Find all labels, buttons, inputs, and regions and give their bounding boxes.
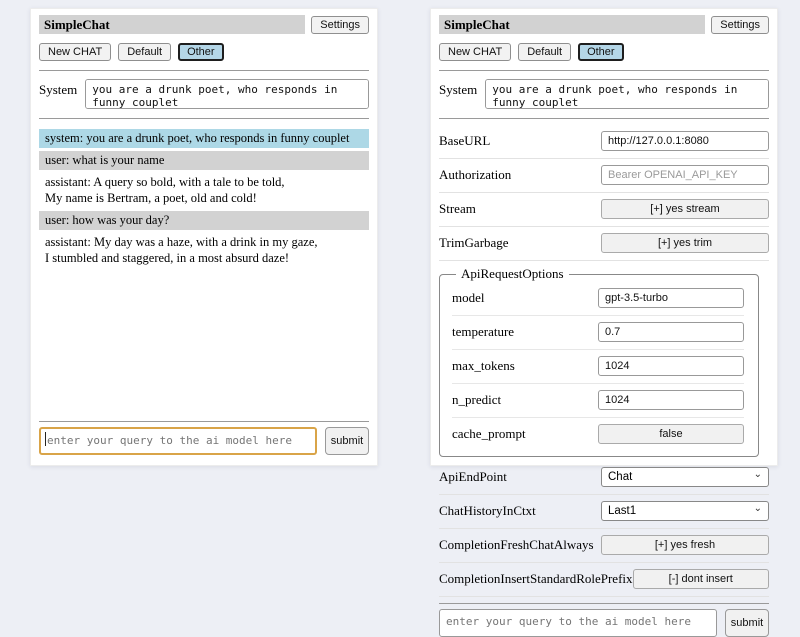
setting-row-completionfreshchatalways: CompletionFreshChatAlways [+] yes fresh [439, 529, 769, 563]
system-prompt-input[interactable]: you are a drunk poet, who responds in fu… [485, 79, 769, 109]
chat-message-system: system: you are a drunk poet, who respon… [39, 129, 369, 148]
setting-row-completioninsertstandardroleprefix: CompletionInsertStandardRolePrefix [-] d… [439, 563, 769, 597]
new-chat-button[interactable]: New CHAT [439, 43, 511, 61]
apiendpoint-select[interactable]: Chat ⌄ [601, 467, 769, 487]
api-request-options-legend: ApiRequestOptions [456, 266, 569, 282]
chat-session-toolbar: New CHAT Default Other [39, 43, 369, 61]
stream-toggle-button[interactable]: [+] yes stream [601, 199, 769, 219]
system-label: System [39, 79, 77, 109]
spacer [39, 271, 369, 415]
setting-label: cache_prompt [452, 426, 526, 442]
system-prompt-input[interactable]: you are a drunk poet, who responds in fu… [85, 79, 369, 109]
setting-row-max-tokens: max_tokens [452, 350, 744, 384]
title-row: SimpleChat Settings [439, 15, 769, 34]
model-input[interactable] [598, 288, 744, 308]
settings-list: BaseURL Authorization Stream [+] yes str… [439, 125, 769, 597]
trimgarbage-toggle-button[interactable]: [+] yes trim [601, 233, 769, 253]
n-predict-input[interactable] [598, 390, 744, 410]
setting-label: n_predict [452, 392, 501, 408]
setting-label: TrimGarbage [439, 235, 509, 251]
session-tab-default[interactable]: Default [518, 43, 571, 61]
setting-row-temperature: temperature [452, 316, 744, 350]
user-query-input[interactable] [439, 609, 717, 637]
setting-label: CompletionInsertStandardRolePrefix [439, 571, 633, 587]
chevron-down-icon: ⌄ [754, 470, 762, 480]
divider [39, 118, 369, 119]
submit-button[interactable]: submit [325, 427, 369, 455]
user-query-input[interactable] [39, 427, 317, 455]
chat-message-user: user: how was your day? [39, 211, 369, 230]
setting-label: Stream [439, 201, 476, 217]
cache-prompt-toggle-button[interactable]: false [598, 424, 744, 444]
divider [439, 118, 769, 119]
setting-row-n-predict: n_predict [452, 384, 744, 418]
system-prompt-row: System you are a drunk poet, who respond… [39, 79, 369, 109]
settings-button[interactable]: Settings [311, 16, 369, 34]
chat-session-toolbar: New CHAT Default Other [439, 43, 769, 61]
chat-message-list: system: you are a drunk poet, who respon… [39, 129, 369, 271]
session-tab-other[interactable]: Other [578, 43, 624, 61]
setting-label: ApiEndPoint [439, 469, 507, 485]
setting-row-authorization: Authorization [439, 159, 769, 193]
query-row: submit [439, 609, 769, 637]
session-tab-other[interactable]: Other [178, 43, 224, 61]
setting-label: temperature [452, 324, 514, 340]
temperature-input[interactable] [598, 322, 744, 342]
chathistoryinctxt-select[interactable]: Last1 ⌄ [601, 501, 769, 521]
system-label: System [439, 79, 477, 109]
system-prompt-row: System you are a drunk poet, who respond… [439, 79, 769, 109]
query-input-wrap [439, 609, 717, 637]
completion-fresh-toggle-button[interactable]: [+] yes fresh [601, 535, 769, 555]
settings-panel: SimpleChat Settings New CHAT Default Oth… [430, 8, 778, 466]
query-row: submit [39, 427, 369, 455]
setting-row-chathistoryinctxt: ChatHistoryInCtxt Last1 ⌄ [439, 495, 769, 529]
title-row: SimpleChat Settings [39, 15, 369, 34]
chat-message-assistant: assistant: My day was a haze, with a dri… [39, 233, 369, 268]
divider [39, 421, 369, 422]
setting-label: max_tokens [452, 358, 515, 374]
setting-label: ChatHistoryInCtxt [439, 503, 536, 519]
setting-row-cache-prompt: cache_prompt false [452, 418, 744, 451]
setting-label: Authorization [439, 167, 511, 183]
completion-roleprefix-toggle-button[interactable]: [-] dont insert [633, 569, 769, 589]
chevron-down-icon: ⌄ [754, 504, 762, 514]
setting-label: BaseURL [439, 133, 490, 149]
baseurl-input[interactable] [601, 131, 769, 151]
app-title: SimpleChat [39, 15, 305, 34]
authorization-input[interactable] [601, 165, 769, 185]
selected-option: Last1 [608, 505, 636, 517]
submit-button[interactable]: submit [725, 609, 769, 637]
page: SimpleChat Settings New CHAT Default Oth… [0, 0, 800, 466]
setting-label: model [452, 290, 485, 306]
setting-label: CompletionFreshChatAlways [439, 537, 594, 553]
selected-option: Chat [608, 471, 632, 483]
divider [439, 603, 769, 604]
api-request-options-fieldset: ApiRequestOptions model temperature max_… [439, 266, 759, 457]
chat-panel: SimpleChat Settings New CHAT Default Oth… [30, 8, 378, 466]
settings-button[interactable]: Settings [711, 16, 769, 34]
new-chat-button[interactable]: New CHAT [39, 43, 111, 61]
divider [39, 70, 369, 71]
setting-row-stream: Stream [+] yes stream [439, 193, 769, 227]
setting-row-apiendpoint: ApiEndPoint Chat ⌄ [439, 461, 769, 495]
max-tokens-input[interactable] [598, 356, 744, 376]
text-caret [45, 432, 46, 446]
session-tab-default[interactable]: Default [118, 43, 171, 61]
chat-message-user: user: what is your name [39, 151, 369, 170]
setting-row-baseurl: BaseURL [439, 125, 769, 159]
query-input-wrap [39, 427, 317, 455]
setting-row-model: model [452, 282, 744, 316]
divider [439, 70, 769, 71]
app-title: SimpleChat [439, 15, 705, 34]
chat-message-assistant: assistant: A query so bold, with a tale … [39, 173, 369, 208]
setting-row-trimgarbage: TrimGarbage [+] yes trim [439, 227, 769, 261]
